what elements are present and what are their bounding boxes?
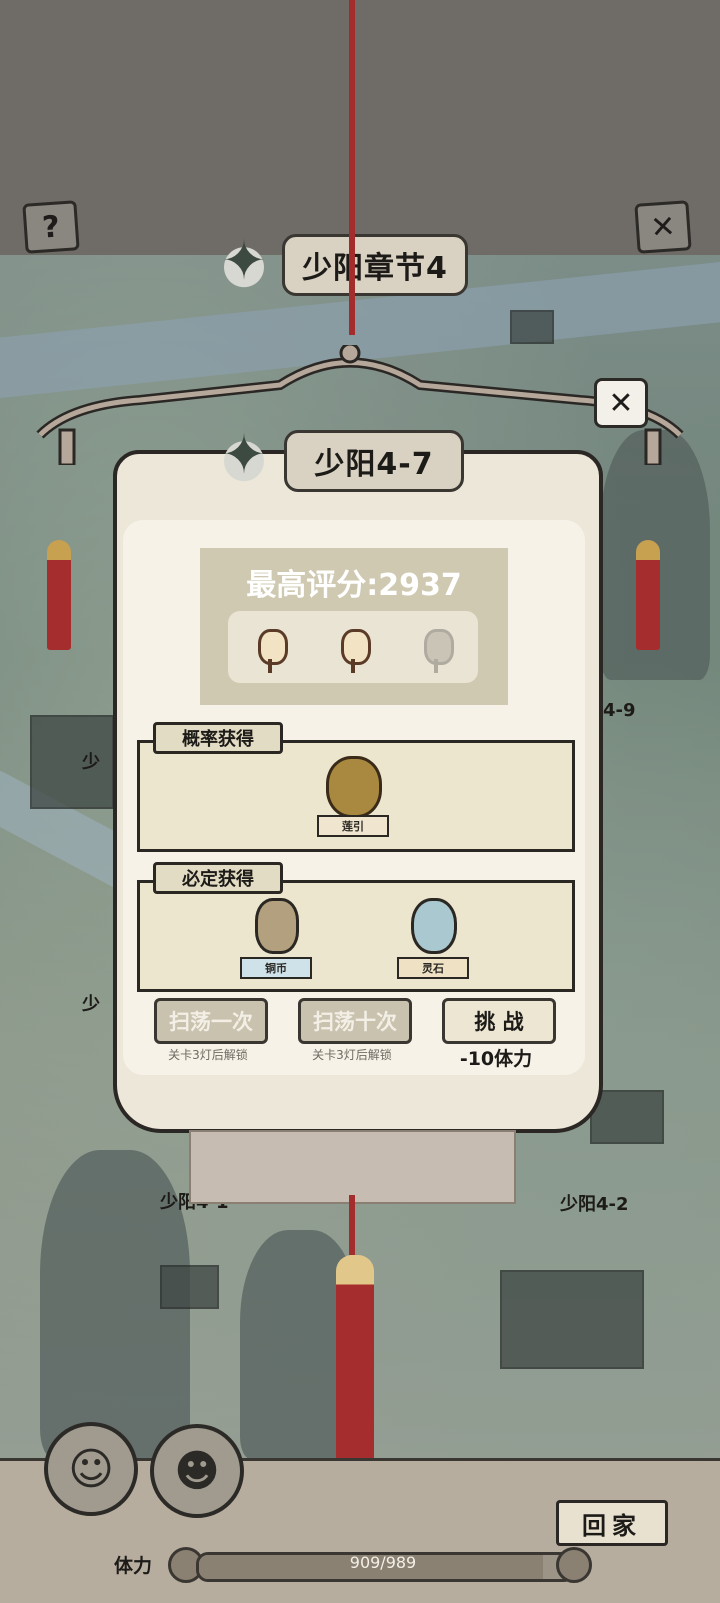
sure-reward-box — [137, 880, 575, 992]
map-building — [510, 310, 554, 344]
stamina-label: 体力 — [114, 1555, 153, 1577]
close-panel-button[interactable]: ✕ — [594, 378, 648, 428]
home-button[interactable]: 回家 — [556, 1500, 668, 1546]
sweep-ten-button[interactable]: 扫荡十次 — [298, 998, 412, 1044]
close-icon: ✕ — [649, 208, 677, 246]
chance-reward-label: 概率获得 — [153, 722, 283, 754]
help-button[interactable]: ? — [22, 200, 80, 254]
coin-icon[interactable] — [255, 898, 299, 954]
character-avatar[interactable]: ☺ — [44, 1422, 138, 1516]
help-icon: ? — [41, 208, 61, 246]
lantern-rating — [228, 611, 478, 683]
close-icon: ✕ — [608, 385, 634, 421]
panel-bottom-plate — [189, 1130, 516, 1204]
bamboo-sword-icon: ✦ — [208, 418, 280, 490]
map-stage-4-2[interactable]: 少阳4-2 — [560, 1190, 629, 1216]
map-building — [500, 1270, 644, 1369]
tassel-left — [47, 540, 71, 650]
lantern-unlit-icon — [421, 621, 455, 673]
tassel-bottom — [336, 1255, 374, 1465]
challenge-button[interactable]: 挑 战 — [442, 998, 556, 1044]
stage-title: 少阳4-7 — [284, 430, 464, 492]
character-avatar[interactable]: ☻ — [150, 1424, 244, 1518]
gourd-icon — [556, 1547, 592, 1583]
hanging-rope — [349, 1195, 355, 1255]
map-stage-4-9[interactable]: 4-9 — [603, 700, 636, 721]
lantern-lit-icon — [338, 621, 371, 673]
chapter-title: 少阳章节4 — [282, 234, 468, 296]
map-stage-label[interactable]: 少 — [82, 748, 100, 774]
stamina-value: 909/989 — [349, 1553, 417, 1572]
bamboo-sword-icon: ✦ — [208, 224, 280, 296]
hanging-rope — [349, 0, 355, 335]
pouch-icon[interactable] — [326, 756, 382, 818]
best-score: 最高评分:2937 — [246, 568, 462, 603]
map-building — [160, 1265, 219, 1309]
close-map-button[interactable]: ✕ — [634, 200, 692, 254]
sweep-once-hint: 关卡3灯后解锁 — [168, 1048, 248, 1062]
sweep-once-button[interactable]: 扫荡一次 — [154, 998, 268, 1044]
sure-item-name: 铜币 — [240, 957, 312, 979]
tassel-right — [636, 540, 660, 650]
map-stage-label[interactable]: 少 — [82, 990, 100, 1016]
chance-item-name: 莲引 — [317, 815, 389, 837]
sweep-ten-hint: 关卡3灯后解锁 — [312, 1048, 392, 1062]
map-building — [30, 715, 114, 809]
spirit-stone-icon[interactable] — [411, 898, 457, 954]
sure-reward-label: 必定获得 — [153, 862, 283, 894]
sure-item-name: 灵石 — [397, 957, 469, 979]
lantern-lit-icon — [255, 621, 288, 673]
challenge-cost: -10体力 — [459, 1048, 533, 1070]
